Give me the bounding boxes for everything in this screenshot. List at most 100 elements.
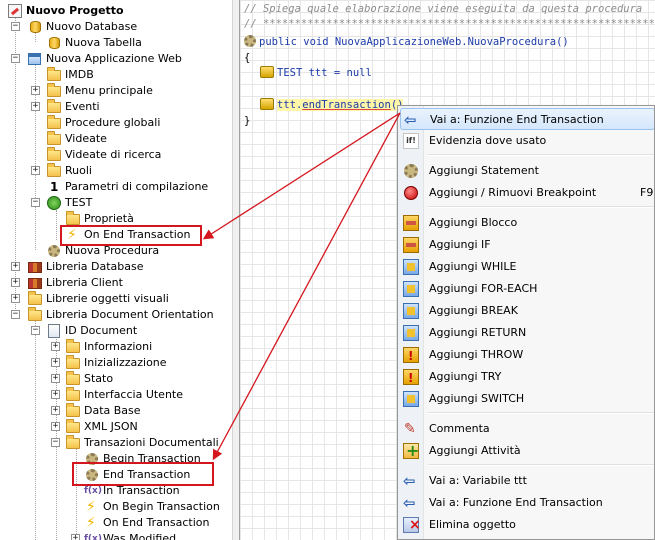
menu-item-aggiungi-attivita[interactable]: Aggiungi Attività: [400, 440, 654, 462]
folder-icon: [46, 131, 62, 147]
menu-item-evidenzia-dove-usato[interactable]: if! Evidenzia dove usato: [400, 130, 654, 152]
tree-label: Libreria Database: [46, 260, 144, 273]
expand-toggle[interactable]: +: [51, 374, 60, 383]
back-arrow-icon: [404, 109, 420, 131]
collapse-toggle[interactable]: −: [11, 54, 20, 63]
statement-text: TEST ttt = null: [277, 67, 372, 79]
tree-label: ID Document: [65, 324, 138, 337]
folder-icon: [46, 99, 62, 115]
menu-label: Aggiungi IF: [429, 238, 491, 251]
expand-toggle[interactable]: +: [71, 534, 80, 540]
expand-toggle[interactable]: +: [31, 166, 40, 175]
throw-icon: [403, 345, 419, 367]
collapse-toggle[interactable]: −: [31, 326, 40, 335]
object-ref: ttt.: [277, 99, 303, 111]
menu-item-goto-end-transaction[interactable]: Vai a: Funzione End Transaction: [400, 108, 654, 131]
menu-item-commenta[interactable]: Commenta: [400, 418, 654, 440]
menu-item-goto-variabile[interactable]: Vai a: Variabile ttt: [400, 470, 654, 492]
method-call-statement[interactable]: ttt.endTransaction(): [260, 97, 404, 113]
while-icon: [403, 259, 419, 275]
menu-item-aggiungi-if[interactable]: Aggiungi IF: [400, 234, 654, 256]
collapse-toggle[interactable]: −: [51, 438, 60, 447]
project-tree[interactable]: Nuovo Progetto − Nuovo Database Nuova Ta…: [0, 0, 232, 540]
expand-toggle[interactable]: +: [51, 358, 60, 367]
tree-label: Data Base: [84, 404, 141, 417]
tree-label: Nuova Procedura: [65, 244, 160, 257]
expand-toggle[interactable]: +: [51, 406, 60, 415]
menu-label: Evidenzia dove usato: [429, 134, 547, 147]
tree-label: XML JSON: [84, 420, 138, 433]
variable-icon: [260, 66, 274, 78]
menu-item-aggiungi-statement[interactable]: Aggiungi Statement: [400, 160, 654, 182]
collapse-toggle[interactable]: −: [11, 310, 20, 319]
expand-toggle[interactable]: +: [51, 390, 60, 399]
try-icon: [403, 367, 419, 389]
tree-label: On End Transaction: [103, 516, 210, 529]
menu-label: Vai a: Variabile ttt: [429, 474, 527, 487]
folder-icon: [65, 419, 81, 435]
switch-icon: [403, 391, 419, 407]
expand-toggle[interactable]: +: [31, 102, 40, 111]
if-block-icon: [403, 237, 419, 253]
menu-label: Aggiungi WHILE: [429, 260, 517, 273]
menu-item-elimina-oggetto[interactable]: Elimina oggetto: [400, 514, 654, 536]
collapse-toggle[interactable]: −: [31, 198, 40, 207]
context-menu[interactable]: Vai a: Funzione End Transaction if! Evid…: [397, 105, 655, 540]
menu-item-goto-end-transaction-2[interactable]: Vai a: Funzione End Transaction: [400, 492, 654, 514]
tree-label: IMDB: [65, 68, 94, 81]
menu-label: Aggiungi TRY: [429, 370, 502, 383]
function-icon: f(x): [84, 534, 102, 540]
panel-splitter[interactable]: [232, 0, 240, 540]
tree-label: Nuovo Database: [46, 20, 138, 33]
menu-item-breakpoint[interactable]: Aggiungi / Rimuovi Breakpoint F9: [400, 182, 654, 204]
menu-item-aggiungi-while[interactable]: Aggiungi WHILE: [400, 256, 654, 278]
function-icon: f(x): [84, 486, 102, 496]
menu-item-aggiungi-switch[interactable]: Aggiungi SWITCH: [400, 388, 654, 410]
collapse-toggle[interactable]: −: [11, 22, 20, 31]
menu-separator: [428, 206, 654, 208]
comment-line: // *************************************…: [244, 18, 655, 30]
menu-label: Elimina oggetto: [429, 518, 516, 531]
expand-toggle[interactable]: +: [11, 278, 20, 287]
menu-item-aggiungi-blocco[interactable]: Aggiungi Blocco: [400, 212, 654, 234]
variable-declaration[interactable]: TEST ttt = null: [260, 65, 372, 81]
tree-label: On Begin Transaction: [103, 500, 220, 513]
folder-icon: [27, 291, 43, 307]
block-icon: [403, 215, 419, 231]
document-icon: [46, 323, 62, 339]
folder-icon: [65, 403, 81, 419]
folder-icon: [65, 339, 81, 355]
menu-item-aggiungi-for-each[interactable]: Aggiungi FOR-EACH: [400, 278, 654, 300]
menu-label: Aggiungi SWITCH: [429, 392, 525, 405]
expand-toggle[interactable]: +: [11, 262, 20, 271]
tree-label: Parametri di compilazione: [65, 180, 209, 193]
menu-label: Aggiungi RETURN: [429, 326, 527, 339]
expand-toggle[interactable]: +: [11, 294, 20, 303]
menu-item-aggiungi-break[interactable]: Aggiungi BREAK: [400, 300, 654, 322]
tree-label: Nuova Tabella: [65, 36, 142, 49]
menu-item-aggiungi-throw[interactable]: Aggiungi THROW: [400, 344, 654, 367]
expand-toggle[interactable]: +: [51, 342, 60, 351]
menu-label: Commenta: [429, 422, 490, 435]
expand-toggle[interactable]: +: [51, 422, 60, 431]
method-ref[interactable]: endTransaction: [302, 99, 391, 111]
library-books-icon: [27, 259, 43, 275]
event-bolt-icon: ⚡: [86, 515, 96, 531]
menu-label: Aggiungi Attività: [429, 444, 521, 457]
tree-label: Informazioni: [84, 340, 153, 353]
database-icon: [27, 19, 43, 35]
comment-line: // Spiega quale elaborazione viene esegu…: [244, 3, 643, 15]
shortcut-label: F9: [640, 186, 654, 199]
back-arrow-icon: [403, 492, 419, 514]
tree-label: Eventi: [65, 100, 100, 113]
menu-label: Aggiungi Statement: [429, 164, 539, 177]
procedure-signature[interactable]: public void NuovaApplicazioneWeb.NuovaPr…: [244, 34, 569, 50]
menu-item-aggiungi-return[interactable]: Aggiungi RETURN: [400, 322, 654, 344]
gear-icon: [404, 164, 418, 178]
menu-item-aggiungi-try[interactable]: Aggiungi TRY: [400, 366, 654, 389]
folder-icon: [46, 115, 62, 131]
tree-label: Interfaccia Utente: [84, 388, 184, 401]
folder-icon: [46, 163, 62, 179]
expand-toggle[interactable]: +: [31, 86, 40, 95]
menu-label: Aggiungi FOR-EACH: [429, 282, 538, 295]
